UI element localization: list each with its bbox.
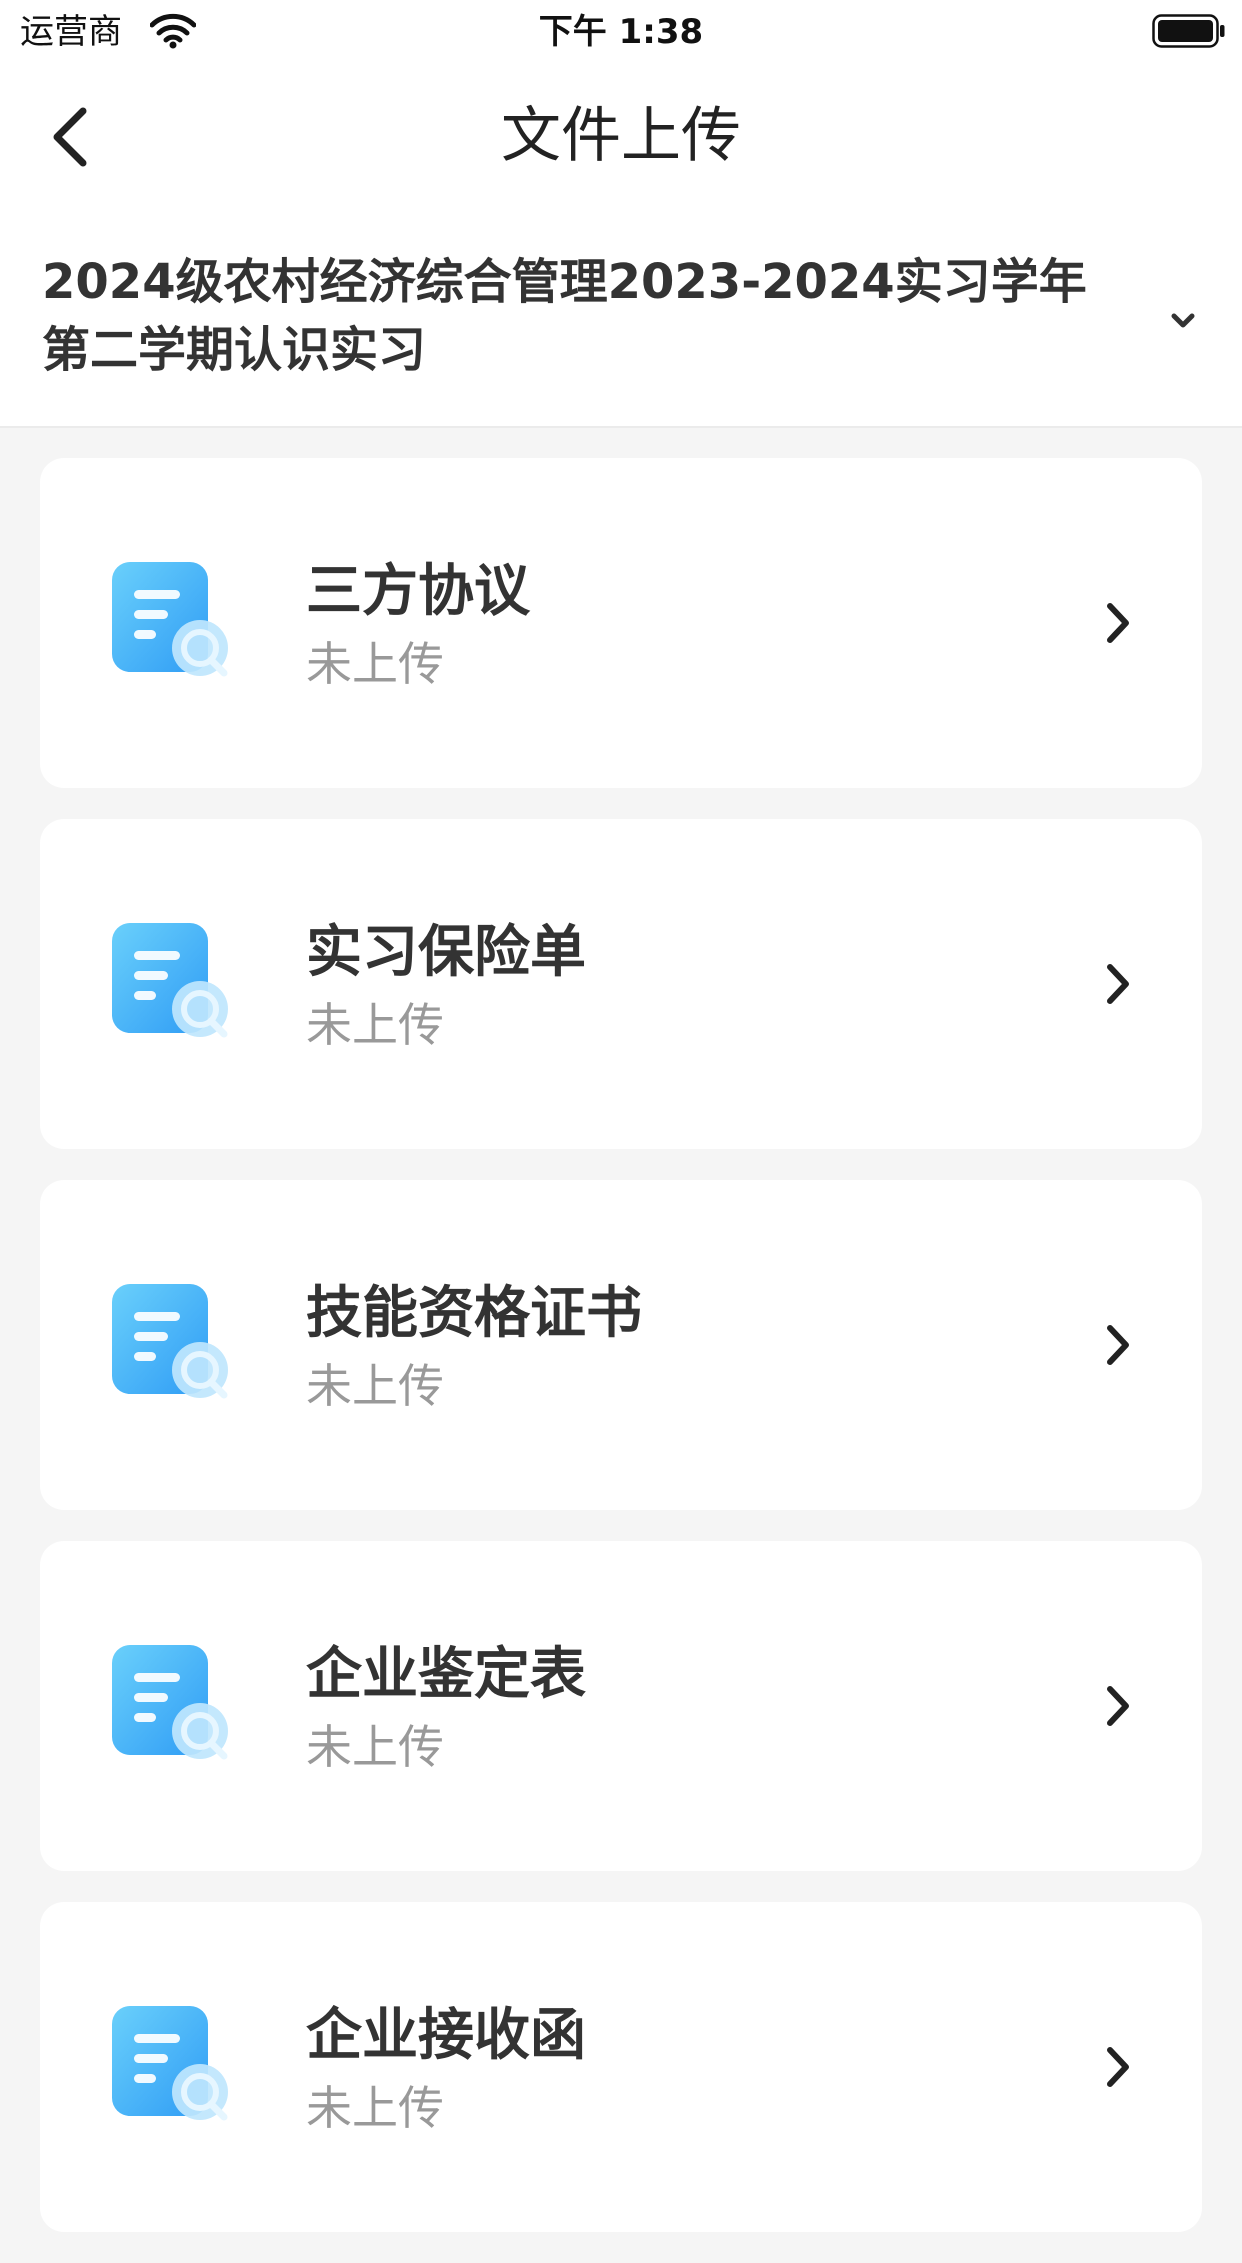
chevron-right-icon — [1107, 2047, 1129, 2087]
document-item-enterprise-appraisal[interactable]: 企业鉴定表 未上传 — [40, 1541, 1202, 1871]
nav-bar: 文件上传 — [0, 62, 1242, 212]
chevron-right-icon — [1107, 603, 1129, 643]
document-item-internship-insurance[interactable]: 实习保险单 未上传 — [40, 819, 1202, 1149]
document-title: 技能资格证书 — [306, 1281, 642, 1346]
document-item-acceptance-letter[interactable]: 企业接收函 未上传 — [40, 1902, 1202, 2232]
chevron-right-icon — [1107, 964, 1129, 1004]
document-search-icon — [112, 923, 228, 1038]
page-title: 文件上传 — [501, 101, 741, 171]
document-title: 实习保险单 — [306, 920, 586, 985]
status-time: 下午 1:38 — [538, 12, 704, 52]
document-search-icon — [112, 562, 228, 677]
chevron-down-icon — [1171, 313, 1195, 328]
term-selector[interactable]: 2024级农村经济综合管理2023-2024实习学年第二学期认识实习 — [0, 212, 1242, 428]
chevron-right-icon — [1107, 1686, 1129, 1726]
battery-icon — [1152, 14, 1225, 48]
document-status: 未上传 — [306, 1720, 444, 1774]
document-search-icon — [112, 2006, 228, 2121]
document-item-three-party-agreement[interactable]: 三方协议 未上传 — [40, 458, 1202, 788]
status-bar: 运营商 下午 1:38 — [0, 0, 1242, 62]
term-label: 2024级农村经济综合管理2023-2024实习学年第二学期认识实习 — [42, 254, 1087, 378]
document-search-icon — [112, 1645, 228, 1760]
chevron-right-icon — [1107, 1325, 1129, 1365]
document-status: 未上传 — [306, 637, 444, 691]
document-list: 三方协议 未上传 实习保险单 未上传 技能资格证书 未上传 企业鉴定表 未上传 … — [40, 458, 1202, 2263]
document-status: 未上传 — [306, 998, 444, 1052]
document-item-skill-certificate[interactable]: 技能资格证书 未上传 — [40, 1180, 1202, 1510]
document-title: 企业接收函 — [306, 2003, 586, 2068]
document-title: 企业鉴定表 — [306, 1642, 586, 1707]
document-status: 未上传 — [306, 1359, 444, 1413]
document-search-icon — [112, 1284, 228, 1399]
document-title: 三方协议 — [306, 559, 530, 624]
document-status: 未上传 — [306, 2081, 444, 2135]
